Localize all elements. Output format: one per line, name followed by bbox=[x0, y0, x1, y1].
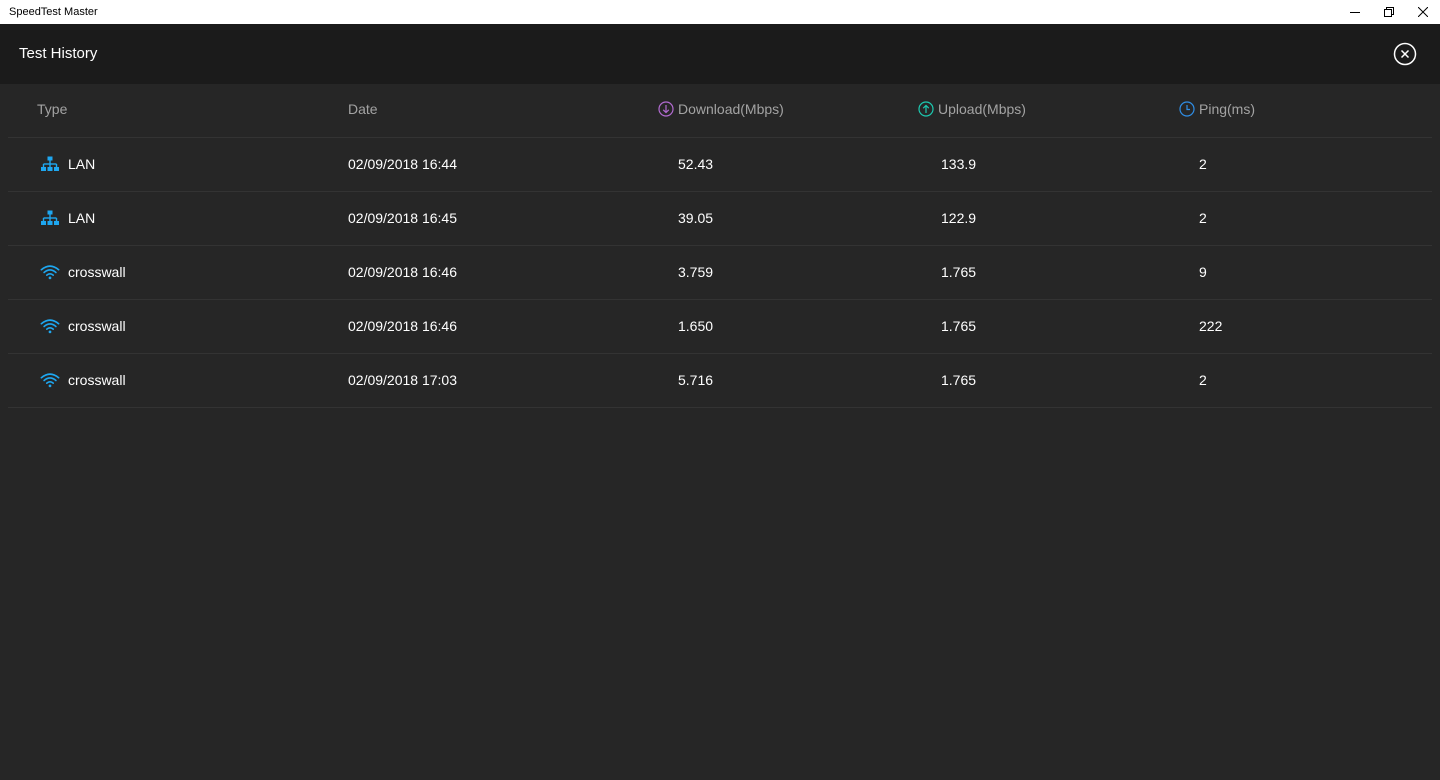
type-cell: LAN bbox=[40, 208, 95, 228]
minimize-button[interactable] bbox=[1338, 0, 1372, 24]
column-label: Date bbox=[348, 101, 378, 117]
page-title: Test History bbox=[19, 45, 98, 62]
restore-button[interactable] bbox=[1372, 0, 1406, 24]
column-upload: Upload(Mbps) bbox=[918, 101, 1026, 117]
table-row[interactable]: LAN 02/09/2018 16:45 39.05 122.9 2 bbox=[8, 192, 1432, 246]
date-cell: 02/09/2018 17:03 bbox=[348, 372, 457, 388]
download-cell: 5.716 bbox=[678, 372, 714, 388]
window-controls bbox=[1338, 0, 1440, 24]
date-cell: 02/09/2018 16:46 bbox=[348, 318, 457, 334]
column-label: Upload(Mbps) bbox=[938, 101, 1026, 117]
table-row[interactable]: crosswall 02/09/2018 16:46 3.759 1.765 9 bbox=[8, 246, 1432, 300]
column-download: Download(Mbps) bbox=[658, 101, 784, 117]
type-cell: crosswall bbox=[40, 370, 126, 390]
ping-cell: 222 bbox=[1199, 318, 1223, 334]
ping-cell: 2 bbox=[1199, 210, 1207, 226]
download-icon bbox=[658, 101, 674, 117]
ping-cell: 9 bbox=[1199, 264, 1207, 280]
download-cell: 52.43 bbox=[678, 156, 714, 172]
ping-cell: 2 bbox=[1199, 372, 1207, 388]
table-header: Type Date Download(Mbps) Upload(Mbps) Pi… bbox=[8, 84, 1432, 138]
restore-icon bbox=[1384, 7, 1394, 17]
type-cell: crosswall bbox=[40, 262, 126, 282]
app-title: SpeedTest Master bbox=[9, 6, 98, 18]
column-label: Ping(ms) bbox=[1199, 101, 1256, 117]
table-row[interactable]: crosswall 02/09/2018 17:03 5.716 1.765 2 bbox=[8, 354, 1432, 408]
type-label: crosswall bbox=[68, 264, 126, 280]
type-label: LAN bbox=[68, 156, 96, 172]
wifi-icon bbox=[40, 370, 60, 390]
wifi-icon bbox=[40, 262, 60, 282]
download-cell: 39.05 bbox=[678, 210, 714, 226]
upload-cell: 1.765 bbox=[941, 264, 977, 280]
column-type: Type bbox=[37, 101, 67, 117]
table-row[interactable]: LAN 02/09/2018 16:44 52.43 133.9 2 bbox=[8, 138, 1432, 192]
download-cell: 3.759 bbox=[678, 264, 714, 280]
history-table: Type Date Download(Mbps) Upload(Mbps) Pi… bbox=[8, 84, 1432, 408]
download-cell: 1.650 bbox=[678, 318, 714, 334]
column-ping: Ping(ms) bbox=[1179, 101, 1255, 117]
type-cell: crosswall bbox=[40, 316, 126, 336]
close-window-button[interactable] bbox=[1406, 0, 1440, 24]
title-bar: SpeedTest Master bbox=[0, 0, 1440, 24]
date-cell: 02/09/2018 16:46 bbox=[348, 264, 457, 280]
type-label: LAN bbox=[68, 210, 96, 226]
wifi-icon bbox=[40, 316, 60, 336]
date-cell: 02/09/2018 16:45 bbox=[348, 210, 457, 226]
column-label: Download(Mbps) bbox=[678, 101, 784, 117]
upload-icon bbox=[918, 101, 934, 117]
close-circle-icon bbox=[1393, 42, 1417, 66]
table-row[interactable]: crosswall 02/09/2018 16:46 1.650 1.765 2… bbox=[8, 300, 1432, 354]
upload-cell: 1.765 bbox=[941, 372, 977, 388]
network-icon bbox=[40, 154, 60, 174]
type-label: crosswall bbox=[68, 372, 126, 388]
minimize-icon bbox=[1350, 12, 1360, 13]
network-icon bbox=[40, 208, 60, 228]
header: Test History bbox=[0, 24, 1440, 84]
ping-cell: 2 bbox=[1199, 156, 1207, 172]
column-label: Type bbox=[37, 101, 68, 117]
date-cell: 02/09/2018 16:44 bbox=[348, 156, 457, 172]
column-date: Date bbox=[348, 101, 378, 117]
close-history-button[interactable] bbox=[1393, 42, 1417, 66]
upload-cell: 1.765 bbox=[941, 318, 977, 334]
close-icon bbox=[1418, 7, 1428, 17]
upload-cell: 133.9 bbox=[941, 156, 977, 172]
upload-cell: 122.9 bbox=[941, 210, 977, 226]
type-cell: LAN bbox=[40, 154, 95, 174]
ping-clock-icon bbox=[1179, 101, 1195, 117]
type-label: crosswall bbox=[68, 318, 126, 334]
